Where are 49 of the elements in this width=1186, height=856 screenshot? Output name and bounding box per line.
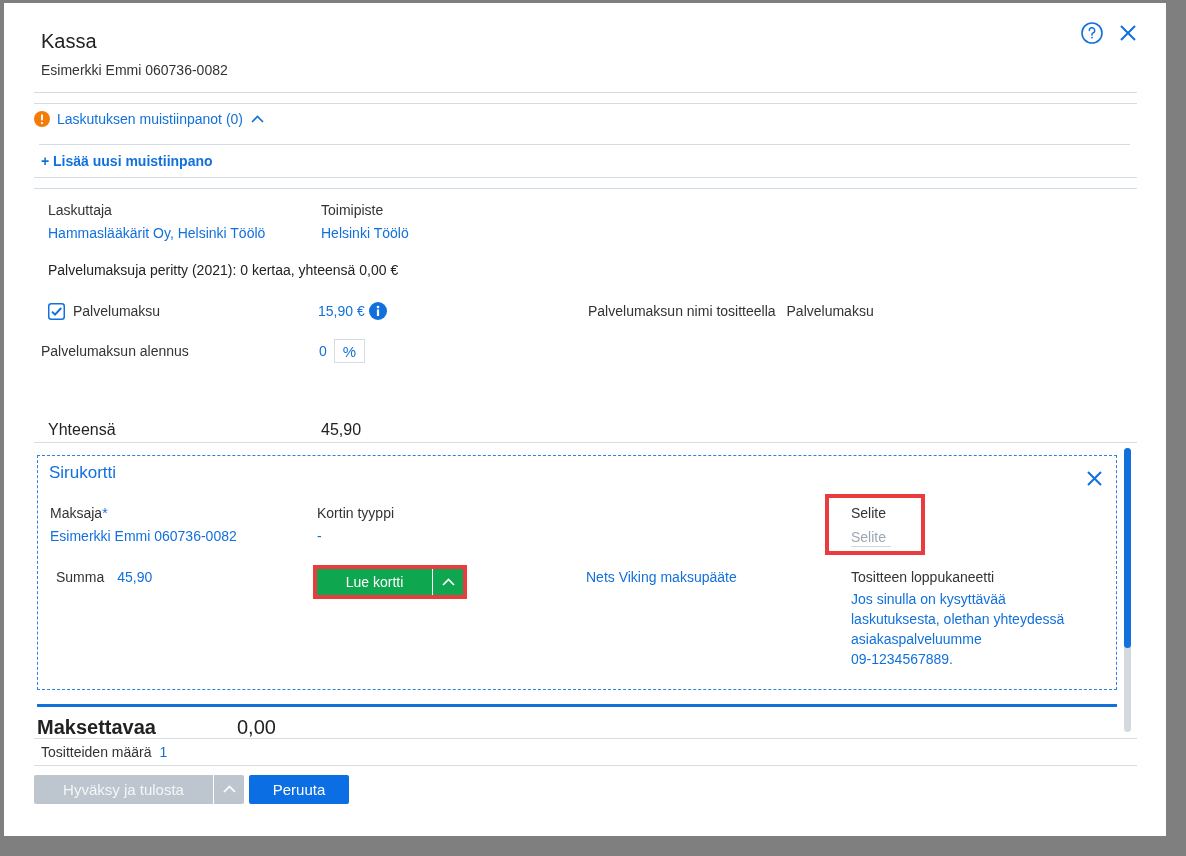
percent-toggle[interactable]: %: [333, 339, 365, 363]
close-button[interactable]: [1087, 471, 1102, 486]
field-label: Kortin tyyppi: [317, 504, 395, 522]
field-link[interactable]: -: [317, 527, 322, 545]
receipt-note-link[interactable]: Jos sinulla on kysyttävää laskutuksesta, olethan yhteydessä asiakaspalveluumme 09-1234567889.: [851, 589, 1075, 669]
amount-due-value: 0,00: [237, 716, 276, 738]
field-label: Palvelumaksun nimi tositteella: [588, 302, 776, 320]
receipt-count: 1: [159, 743, 168, 761]
help-button[interactable]: [1081, 22, 1103, 44]
terminal-link[interactable]: Nets Viking maksupääte: [586, 569, 737, 585]
close-icon: [1087, 471, 1102, 486]
read-card-button[interactable]: Lue kortti: [317, 569, 432, 595]
field-label: Maksaja: [50, 504, 103, 522]
checkbox[interactable]: [48, 302, 65, 320]
field-label: Toimipiste: [321, 201, 384, 219]
amount-due-label: Maksettavaa: [37, 716, 156, 738]
help-icon: [1081, 22, 1103, 44]
close-button[interactable]: [1120, 25, 1136, 41]
required-mark: *: [102, 504, 108, 522]
field-label: Laskuttaja: [48, 201, 112, 219]
panel-title: Sirukortti: [49, 462, 117, 484]
notes-toggle[interactable]: Laskutuksen muistiinpanot (0): [57, 110, 264, 128]
field-link[interactable]: Esimerkki Emmi 060736-0082: [50, 527, 237, 545]
total-label: Yhteensä: [48, 420, 116, 440]
field-label: Summa: [56, 568, 105, 586]
total-value: 45,90: [321, 420, 362, 440]
scrollbar[interactable]: [1124, 448, 1131, 732]
field-label: Tositteen loppukaneetti: [851, 568, 995, 586]
cancel-button[interactable]: Peruuta: [249, 775, 349, 804]
amount-link[interactable]: 15,90 €: [318, 302, 365, 320]
info-icon[interactable]: [368, 302, 387, 320]
add-note-link[interactable]: + Lisää uusi muistiinpano: [41, 153, 213, 169]
alert-icon: [34, 111, 50, 127]
field-label: Selite: [851, 504, 887, 522]
field-link[interactable]: 45,90: [117, 568, 153, 586]
description-input[interactable]: Selite: [851, 527, 891, 547]
caret-icon: [222, 785, 236, 794]
discount-link[interactable]: 0: [319, 342, 327, 360]
dialog-title: Kassa: [41, 29, 97, 53]
checkbox-label: Palvelumaksu: [73, 302, 161, 320]
field-link[interactable]: Hammaslääkärit Oy, Helsinki Töölö: [48, 224, 266, 242]
patient-name: Esimerkki Emmi 060736-0082: [41, 61, 228, 79]
field-label: Tositteiden määrä: [41, 743, 152, 761]
close-icon: [1120, 25, 1136, 41]
caret-icon: [441, 577, 455, 587]
fee-summary: Palvelumaksuja peritty (2021): 0 kertaa, yhteensä 0,00 €: [48, 261, 399, 279]
field-value: Palvelumaksu: [786, 302, 874, 320]
field-label: Palvelumaksun alennus: [41, 342, 189, 360]
field-link[interactable]: Helsinki Töölö: [321, 224, 409, 242]
